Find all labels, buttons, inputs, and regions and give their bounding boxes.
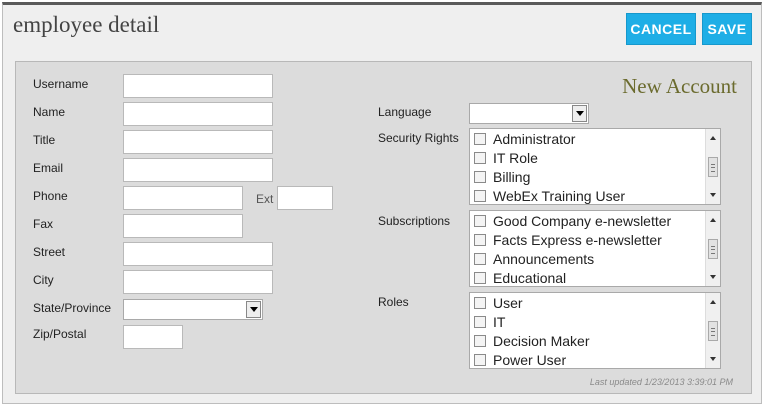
fax-input[interactable] xyxy=(123,214,243,238)
street-input[interactable] xyxy=(123,242,273,266)
roles-list[interactable]: User IT Decision Maker Power User xyxy=(469,292,721,369)
scroll-down-icon[interactable] xyxy=(710,275,716,279)
checkbox[interactable] xyxy=(474,334,486,347)
security-rights-list[interactable]: Administrator IT Role Billing WebEx Trai… xyxy=(469,128,721,205)
list-item-label: Power User xyxy=(493,351,567,368)
checkbox[interactable] xyxy=(474,151,486,164)
list-item[interactable]: Billing xyxy=(470,167,720,186)
list-item-label: Good Company e-newsletter xyxy=(493,212,672,229)
list-item[interactable]: Educational xyxy=(470,268,720,286)
employee-detail-window: employee detail CANCEL SAVE New Account … xyxy=(2,2,762,404)
checkbox[interactable] xyxy=(474,353,486,366)
list-item-label: Billing xyxy=(493,168,531,185)
name-input[interactable] xyxy=(123,102,273,126)
title-input[interactable] xyxy=(123,130,273,154)
list-item-label: IT xyxy=(493,313,506,330)
phone-input[interactable] xyxy=(123,186,243,210)
ext-input[interactable] xyxy=(277,186,333,210)
scroll-down-icon[interactable] xyxy=(710,193,716,197)
chevron-down-icon[interactable] xyxy=(572,105,587,122)
scrollbar[interactable] xyxy=(705,293,720,368)
zip-input[interactable] xyxy=(123,325,183,349)
form-subtitle: New Account xyxy=(622,74,737,98)
username-input[interactable] xyxy=(123,74,273,98)
scroll-thumb[interactable] xyxy=(708,321,718,341)
form-panel: New Account Username Name Title Email Ph… xyxy=(15,61,752,394)
username-label: Username xyxy=(33,77,89,91)
city-input[interactable] xyxy=(123,270,273,294)
list-item-label: Educational xyxy=(493,269,567,286)
email-input[interactable] xyxy=(123,158,273,182)
scroll-down-icon[interactable] xyxy=(710,357,716,361)
list-item-label: WebEx Training User xyxy=(493,187,626,204)
list-item[interactable]: IT Role xyxy=(470,148,720,167)
checkbox[interactable] xyxy=(474,189,486,202)
street-label: Street xyxy=(33,245,66,259)
checkbox[interactable] xyxy=(474,170,486,183)
zip-label: Zip/Postal xyxy=(33,327,87,341)
fax-label: Fax xyxy=(33,217,54,231)
subscriptions-label: Subscriptions xyxy=(378,214,451,228)
list-item-label: User xyxy=(493,294,523,311)
list-item[interactable]: WebEx Training User xyxy=(470,186,720,204)
list-item-label: Administrator xyxy=(493,130,576,147)
list-item[interactable]: User xyxy=(470,293,720,312)
list-item[interactable]: Administrator xyxy=(470,129,720,148)
title-label: Title xyxy=(33,133,56,147)
security-rights-label: Security Rights xyxy=(378,131,459,145)
cancel-button[interactable]: CANCEL xyxy=(626,13,696,45)
list-item[interactable]: Announcements xyxy=(470,249,720,268)
language-select[interactable] xyxy=(469,103,589,124)
state-select[interactable] xyxy=(123,299,263,320)
list-item[interactable]: Good Company e-newsletter xyxy=(470,211,720,230)
ext-label: Ext xyxy=(256,192,274,206)
state-label: State/Province xyxy=(33,301,112,315)
list-item-label: Announcements xyxy=(493,250,595,267)
last-updated-text: Last updated 1/23/2013 3:39:01 PM xyxy=(589,377,733,387)
scroll-thumb[interactable] xyxy=(708,239,718,259)
subscriptions-list[interactable]: Good Company e-newsletter Facts Express … xyxy=(469,210,721,287)
scrollbar[interactable] xyxy=(705,129,720,204)
save-button[interactable]: SAVE xyxy=(702,13,752,45)
language-label: Language xyxy=(378,105,432,119)
list-item[interactable]: Facts Express e-newsletter xyxy=(470,230,720,249)
checkbox[interactable] xyxy=(474,252,486,265)
chevron-down-icon[interactable] xyxy=(246,301,261,318)
checkbox[interactable] xyxy=(474,271,486,284)
name-label: Name xyxy=(33,105,66,119)
scroll-up-icon[interactable] xyxy=(710,300,716,304)
page-title: employee detail xyxy=(13,12,160,37)
list-item[interactable]: Power User xyxy=(470,350,720,368)
email-label: Email xyxy=(33,161,64,175)
checkbox[interactable] xyxy=(474,233,486,246)
list-item-label: Decision Maker xyxy=(493,332,590,349)
list-item[interactable]: IT xyxy=(470,312,720,331)
checkbox[interactable] xyxy=(474,132,486,145)
list-item-label: IT Role xyxy=(493,149,538,166)
phone-label: Phone xyxy=(33,189,68,203)
checkbox[interactable] xyxy=(474,214,486,227)
roles-label: Roles xyxy=(378,295,409,309)
list-item[interactable]: Decision Maker xyxy=(470,331,720,350)
scroll-up-icon[interactable] xyxy=(710,218,716,222)
scrollbar[interactable] xyxy=(705,211,720,286)
checkbox[interactable] xyxy=(474,315,486,328)
scroll-up-icon[interactable] xyxy=(710,136,716,140)
city-label: City xyxy=(33,273,54,287)
list-item-label: Facts Express e-newsletter xyxy=(493,231,662,248)
checkbox[interactable] xyxy=(474,296,486,309)
scroll-thumb[interactable] xyxy=(708,157,718,177)
